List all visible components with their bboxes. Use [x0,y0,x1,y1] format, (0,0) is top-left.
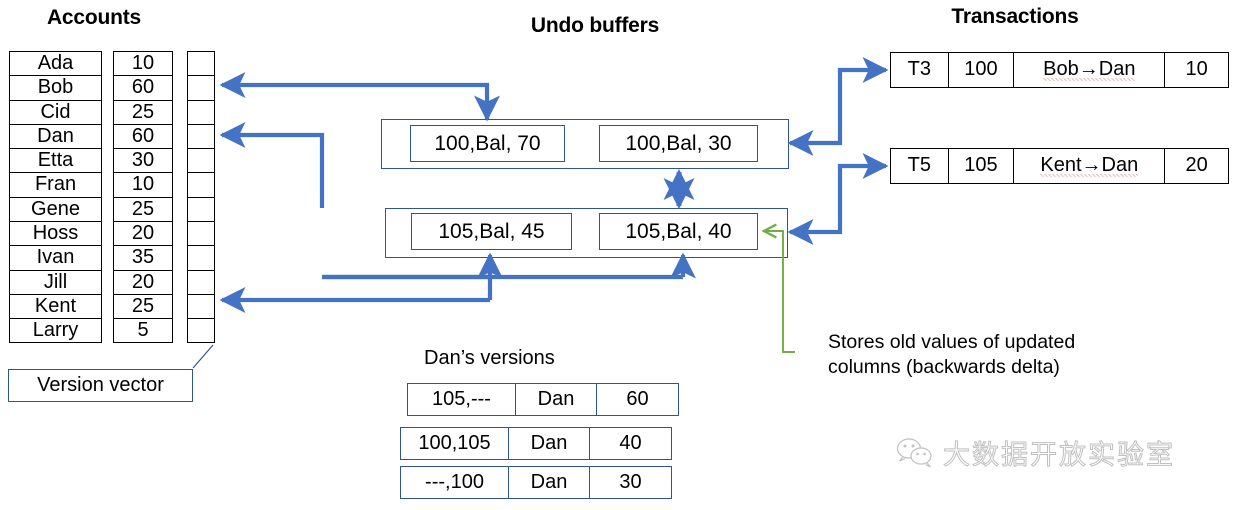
account-name-cell: Gene [10,198,101,223]
dan-version-name-cell: Dan [516,384,597,415]
account-balance-cell: 60 [114,125,172,150]
dan-version-name-cell: Dan [509,467,590,498]
dan-version-value-cell: 60 [626,388,649,410]
undo-buffer-cell-r1c2[interactable]: 100,Bal, 30 [599,125,758,162]
account-name-cell: Jill [10,271,101,295]
transaction-transfer-text: Bob→Dan [1043,58,1136,82]
dan-version-name-cell: Dan [509,428,590,459]
version-vector-cell [188,173,214,198]
version-vector-cell [188,295,214,320]
version-vector-leader-line [192,344,214,369]
version-vector-cell [188,52,214,77]
account-balance-cell: 30 [114,149,172,174]
dan-version-value-cell: 30 [619,471,642,493]
accounts-title: Accounts [46,6,142,29]
dan-version-row-3[interactable]: ---,100 Dan 30 [400,466,672,499]
dan-version-range-cell: ---,100 [401,467,509,498]
accounts-name-column: Ada Bob Cid Dan Etta Fran Gene Hoss Ivan Jill Kent… [9,51,102,343]
transaction-transfer-cell: Bob→Dan [1014,53,1166,87]
transaction-version-cell: 100 [949,53,1015,87]
dan-version-range-cell: 100,105 [401,428,509,459]
account-balance-cell: 10 [114,173,172,198]
account-balance-cell: 10 [114,52,172,77]
transaction-transfer-text: Kent→Dan [1040,154,1139,178]
account-name-cell: Ivan [10,246,101,271]
wechat-icon [896,437,932,468]
account-name-cell: Bob [10,76,101,101]
version-vector-cell [188,222,214,247]
account-name-cell: Hoss [10,222,101,247]
version-vector-cell [188,149,214,174]
account-name-cell: Etta [10,149,101,174]
arrow-t5-to-undo-r2 [787,152,889,246]
diagram-canvas: Accounts Undo buffers Transactions Ada Bo… [0,0,1234,510]
account-name-cell: Ada [10,52,101,77]
dan-version-row-2[interactable]: 100,105 Dan 40 [400,427,672,460]
transaction-amount-cell: 10 [1185,58,1208,80]
undo-buffer-cell-r2c1[interactable]: 105,Bal, 45 [411,213,572,250]
dan-versions-label: Dan’s versions [424,347,555,369]
arrow-undo-r1-to-bob [219,71,501,122]
undo-buffer-cell-r1c1[interactable]: 100,Bal, 70 [410,125,565,162]
watermark: 大数据开放实验室 [896,433,1175,472]
version-vector-cell [188,198,214,223]
account-name-cell: Larry [32,319,79,342]
version-vector-cell [188,319,214,343]
transaction-id-cell: T5 [891,149,949,183]
transaction-version-cell: 105 [949,149,1015,183]
version-vector-column [187,51,215,343]
undo-buffers-title: Undo buffers [530,14,660,37]
annotation-line-1: Stores old values of updated [828,331,1076,353]
account-name-cell: Kent [10,295,101,320]
account-name-cell: Cid [10,101,101,125]
account-balance-cell: 60 [114,76,172,101]
undo-buffer-cell-r2c2[interactable]: 105,Bal, 40 [599,213,758,250]
transactions-title: Transactions [951,5,1079,28]
account-balance-cell: 20 [114,271,172,295]
watermark-text: 大数据开放实验室 [943,440,1175,472]
arrow-bottom-connector-left [322,252,504,280]
version-vector-callout: Version vector [8,369,193,402]
annotation-line-2: columns (backwards delta) [828,356,1060,378]
dan-version-value-cell: 40 [619,432,642,454]
account-balance-cell: 25 [114,101,172,125]
transaction-row-t3[interactable]: T3 100 Bob→Dan 10 [890,52,1229,88]
arrow-t3-to-undo-r1 [787,56,889,157]
transaction-amount-cell: 20 [1185,154,1208,176]
version-vector-cell [188,246,214,271]
dan-version-row-1[interactable]: 105,--- Dan 60 [407,383,679,416]
version-vector-cell [188,125,214,150]
transaction-id-cell: T3 [891,53,949,87]
account-name-cell: Fran [10,173,101,198]
version-vector-cell [188,101,214,125]
transaction-transfer-cell: Kent→Dan [1014,149,1166,183]
arrow-undo-r2-to-dan [219,121,325,208]
account-name-cell: Dan [10,125,101,150]
account-balance-cell: 20 [114,222,172,247]
account-balance-cell: 25 [114,295,172,320]
transaction-row-t5[interactable]: T5 105 Kent→Dan 20 [890,148,1229,184]
version-vector-cell [188,271,214,295]
accounts-balance-column: 10 60 25 60 30 10 25 20 35 20 25 5 [113,51,173,343]
account-balance-cell: 25 [114,198,172,223]
dan-version-range-cell: 105,--- [408,384,516,415]
account-balance-cell: 5 [137,319,149,342]
account-balance-cell: 35 [114,246,172,271]
version-vector-cell [188,76,214,101]
